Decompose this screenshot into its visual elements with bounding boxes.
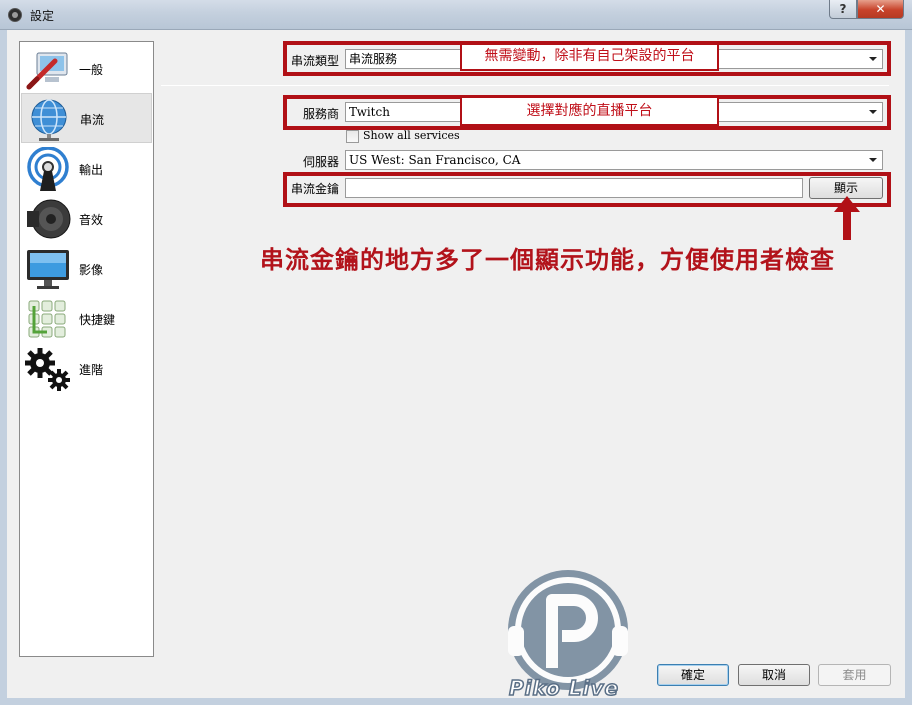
output-broadcast-icon bbox=[27, 147, 69, 191]
sidebar-item-label: 影像 bbox=[79, 263, 104, 277]
annotation-box-stream-key bbox=[283, 172, 891, 207]
section-divider bbox=[161, 85, 889, 86]
sidebar-item-hotkeys[interactable]: 快捷鍵 bbox=[20, 294, 153, 344]
general-settings-icon bbox=[26, 52, 68, 90]
apply-button[interactable]: 套用 bbox=[818, 664, 891, 686]
sidebar-item-stream[interactable]: 串流 bbox=[21, 93, 152, 143]
show-all-services-label: Show all services bbox=[363, 129, 460, 142]
sidebar-item-label: 進階 bbox=[79, 363, 104, 377]
audio-speaker-icon bbox=[27, 199, 71, 239]
advanced-gears-icon bbox=[25, 348, 70, 391]
server-dropdown[interactable]: US West: San Francisco, CA bbox=[345, 150, 883, 170]
sidebar-item-label: 音效 bbox=[79, 213, 104, 227]
cancel-button[interactable]: 取消 bbox=[738, 664, 810, 686]
annotation-note-service: 選擇對應的直播平台 bbox=[460, 96, 719, 126]
sidebar-item-audio[interactable]: 音效 bbox=[20, 194, 153, 244]
sidebar-item-label: 輸出 bbox=[79, 163, 104, 177]
video-monitor-icon bbox=[27, 250, 69, 289]
sidebar-item-advanced[interactable]: 進階 bbox=[20, 344, 153, 394]
annotation-note-stream-type: 無需變動，除非有自己架設的平台 bbox=[460, 43, 719, 71]
show-all-services-checkbox[interactable] bbox=[346, 130, 359, 143]
watermark-text: Piko Live bbox=[508, 675, 620, 701]
chevron-down-icon bbox=[869, 158, 877, 162]
sidebar-item-label: 串流 bbox=[80, 113, 105, 127]
sidebar-item-label: 快捷鍵 bbox=[79, 313, 116, 327]
settings-category-list: 一般 串流 輸出 音效 影像 快捷鍵 進階 bbox=[19, 41, 154, 657]
close-button[interactable]: ✕ bbox=[857, 0, 904, 19]
window-title: 設定 bbox=[30, 9, 55, 23]
sidebar-item-label: 一般 bbox=[79, 63, 104, 77]
server-value: US West: San Francisco, CA bbox=[349, 153, 521, 167]
ok-button[interactable]: 確定 bbox=[657, 664, 729, 686]
server-label: 伺服器 bbox=[303, 155, 340, 169]
sidebar-item-output[interactable]: 輸出 bbox=[20, 144, 153, 194]
hotkeys-keyboard-icon bbox=[28, 300, 66, 338]
help-button[interactable]: ? bbox=[829, 0, 857, 19]
sidebar-item-general[interactable]: 一般 bbox=[20, 44, 153, 94]
annotation-main-text: 串流金鑰的地方多了一個顯示功能，方便使用者檢查 bbox=[260, 246, 835, 274]
obs-app-icon bbox=[8, 8, 22, 22]
sidebar-item-video[interactable]: 影像 bbox=[20, 244, 153, 294]
window-titlebar: 設定 ? ✕ bbox=[0, 0, 912, 30]
annotation-arrow-icon bbox=[834, 196, 860, 240]
stream-globe-icon bbox=[31, 99, 67, 141]
